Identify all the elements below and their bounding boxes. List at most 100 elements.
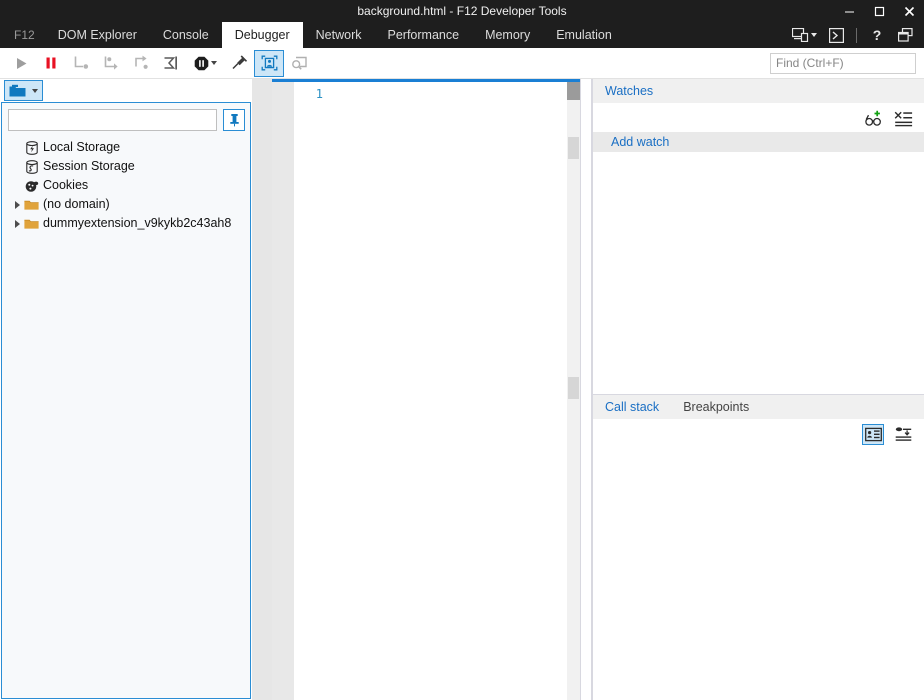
storage-tree: Local Storage Session Storage Cookies (n… bbox=[2, 135, 250, 233]
folder-icon bbox=[9, 84, 26, 96]
callstack-pane: Call stack Breakpoints bbox=[593, 395, 924, 700]
storage-search-input[interactable] bbox=[8, 109, 217, 131]
callstack-header: Call stack Breakpoints bbox=[593, 395, 924, 420]
device-emulation-button[interactable] bbox=[787, 23, 821, 47]
tab-debugger[interactable]: Debugger bbox=[221, 22, 303, 48]
help-button[interactable]: ? bbox=[864, 23, 890, 47]
collapse-frames-button[interactable] bbox=[892, 424, 914, 445]
undock-window-button[interactable] bbox=[892, 23, 918, 47]
debugger-toolbar bbox=[0, 48, 924, 79]
folder-icon bbox=[23, 216, 40, 231]
maximize-button[interactable] bbox=[864, 0, 894, 22]
tree-item-label: Local Storage bbox=[43, 140, 121, 154]
code-area[interactable] bbox=[330, 82, 580, 700]
undock-window-icon bbox=[897, 28, 913, 42]
main-content: Local Storage Session Storage Cookies (n… bbox=[0, 79, 924, 700]
add-watch-row[interactable]: Add watch bbox=[593, 132, 924, 152]
console-drawer-icon bbox=[828, 27, 844, 43]
title-bar: background.html - F12 Developer Tools bbox=[0, 0, 924, 22]
right-column: Watches Add watch Call stack Breakpoints bbox=[592, 79, 924, 700]
tab-memory[interactable]: Memory bbox=[472, 22, 543, 48]
break-all-button[interactable] bbox=[36, 50, 66, 77]
tree-item-no-domain[interactable]: (no domain) bbox=[2, 195, 250, 214]
show-external-code-button[interactable] bbox=[862, 423, 884, 445]
play-icon bbox=[16, 57, 26, 69]
watches-pane: Watches Add watch bbox=[593, 79, 924, 394]
tree-item-dummyextension[interactable]: dummyextension_v9kykb2c43ah8 bbox=[2, 214, 250, 233]
breakpoint-gutter[interactable] bbox=[272, 82, 294, 700]
storage-scope-button[interactable] bbox=[4, 80, 43, 101]
editor-body: 1 bbox=[272, 82, 580, 700]
find-input[interactable] bbox=[770, 52, 916, 74]
chevron-down-icon bbox=[32, 88, 38, 93]
right-splitter[interactable] bbox=[580, 79, 592, 700]
close-icon bbox=[904, 6, 914, 16]
session-storage-icon bbox=[23, 159, 40, 174]
exception-octagon-icon bbox=[194, 56, 208, 70]
watches-header: Watches bbox=[593, 79, 924, 104]
tab-watches[interactable]: Watches bbox=[593, 79, 665, 104]
step-over-button[interactable] bbox=[96, 50, 126, 77]
chevron-right-icon[interactable] bbox=[12, 218, 23, 229]
watches-toolbar bbox=[593, 104, 924, 132]
watches-list bbox=[593, 152, 924, 394]
tab-performance[interactable]: Performance bbox=[375, 22, 473, 48]
delete-all-watches-button[interactable] bbox=[892, 108, 914, 129]
step-over-icon bbox=[104, 56, 118, 70]
editor-vertical-scrollbar[interactable] bbox=[567, 82, 580, 700]
tab-network[interactable]: Network bbox=[303, 22, 375, 48]
line-number: 1 bbox=[315, 87, 323, 101]
chevron-down-icon bbox=[210, 61, 217, 65]
pin-button[interactable] bbox=[223, 109, 245, 131]
storage-explorer-panel: Local Storage Session Storage Cookies (n… bbox=[1, 102, 251, 699]
find-container bbox=[770, 52, 916, 74]
add-watch-label: Add watch bbox=[611, 135, 670, 149]
callstack-list bbox=[593, 448, 924, 700]
scrollbar-marker bbox=[568, 137, 579, 159]
tab-dom-explorer[interactable]: DOM Explorer bbox=[45, 22, 150, 48]
tree-item-session-storage[interactable]: Session Storage bbox=[2, 157, 250, 176]
window-title: background.html - F12 Developer Tools bbox=[357, 4, 567, 18]
toolbar-separator bbox=[856, 27, 857, 43]
tree-item-label: Cookies bbox=[43, 178, 89, 192]
left-panel-toolbar bbox=[0, 79, 252, 102]
break-on-new-worker-icon bbox=[164, 56, 177, 70]
left-splitter[interactable] bbox=[252, 79, 272, 700]
collapse-frames-icon bbox=[895, 426, 911, 441]
scrollbar-marker bbox=[568, 377, 579, 399]
tree-item-label: (no domain) bbox=[43, 197, 110, 211]
minimize-icon bbox=[844, 11, 854, 12]
minimize-button[interactable] bbox=[834, 0, 864, 22]
chevron-down-icon bbox=[810, 33, 817, 37]
add-watch-button[interactable] bbox=[862, 108, 884, 129]
help-icon: ? bbox=[872, 27, 882, 43]
tab-strip-actions: ? bbox=[787, 22, 924, 48]
console-drawer-button[interactable] bbox=[823, 23, 849, 47]
scrollbar-thumb[interactable] bbox=[567, 82, 580, 100]
toggle-breakpoints-button[interactable] bbox=[224, 50, 254, 77]
tab-call-stack[interactable]: Call stack bbox=[593, 395, 671, 420]
pretty-print-button[interactable] bbox=[254, 49, 284, 77]
tab-console[interactable]: Console bbox=[150, 22, 222, 48]
maximize-icon bbox=[874, 6, 884, 16]
close-button[interactable] bbox=[894, 0, 924, 22]
tab-breakpoints[interactable]: Breakpoints bbox=[671, 395, 761, 420]
break-conditions-button[interactable] bbox=[186, 50, 224, 77]
step-into-icon bbox=[74, 56, 88, 69]
line-number-gutter: 1 bbox=[294, 82, 330, 700]
storage-search-row bbox=[2, 103, 250, 135]
step-out-button[interactable] bbox=[126, 50, 156, 77]
tree-item-local-storage[interactable]: Local Storage bbox=[2, 138, 250, 157]
f12-label: F12 bbox=[14, 28, 35, 42]
tree-item-cookies[interactable]: Cookies bbox=[2, 176, 250, 195]
folder-icon bbox=[23, 197, 40, 212]
tab-emulation[interactable]: Emulation bbox=[543, 22, 625, 48]
chevron-right-icon[interactable] bbox=[12, 199, 23, 210]
word-wrap-button[interactable] bbox=[284, 50, 314, 77]
pause-icon bbox=[46, 57, 56, 69]
continue-button[interactable] bbox=[6, 50, 36, 77]
break-on-new-worker-button[interactable] bbox=[156, 50, 186, 77]
device-emulation-icon bbox=[791, 28, 808, 42]
step-into-button[interactable] bbox=[66, 50, 96, 77]
